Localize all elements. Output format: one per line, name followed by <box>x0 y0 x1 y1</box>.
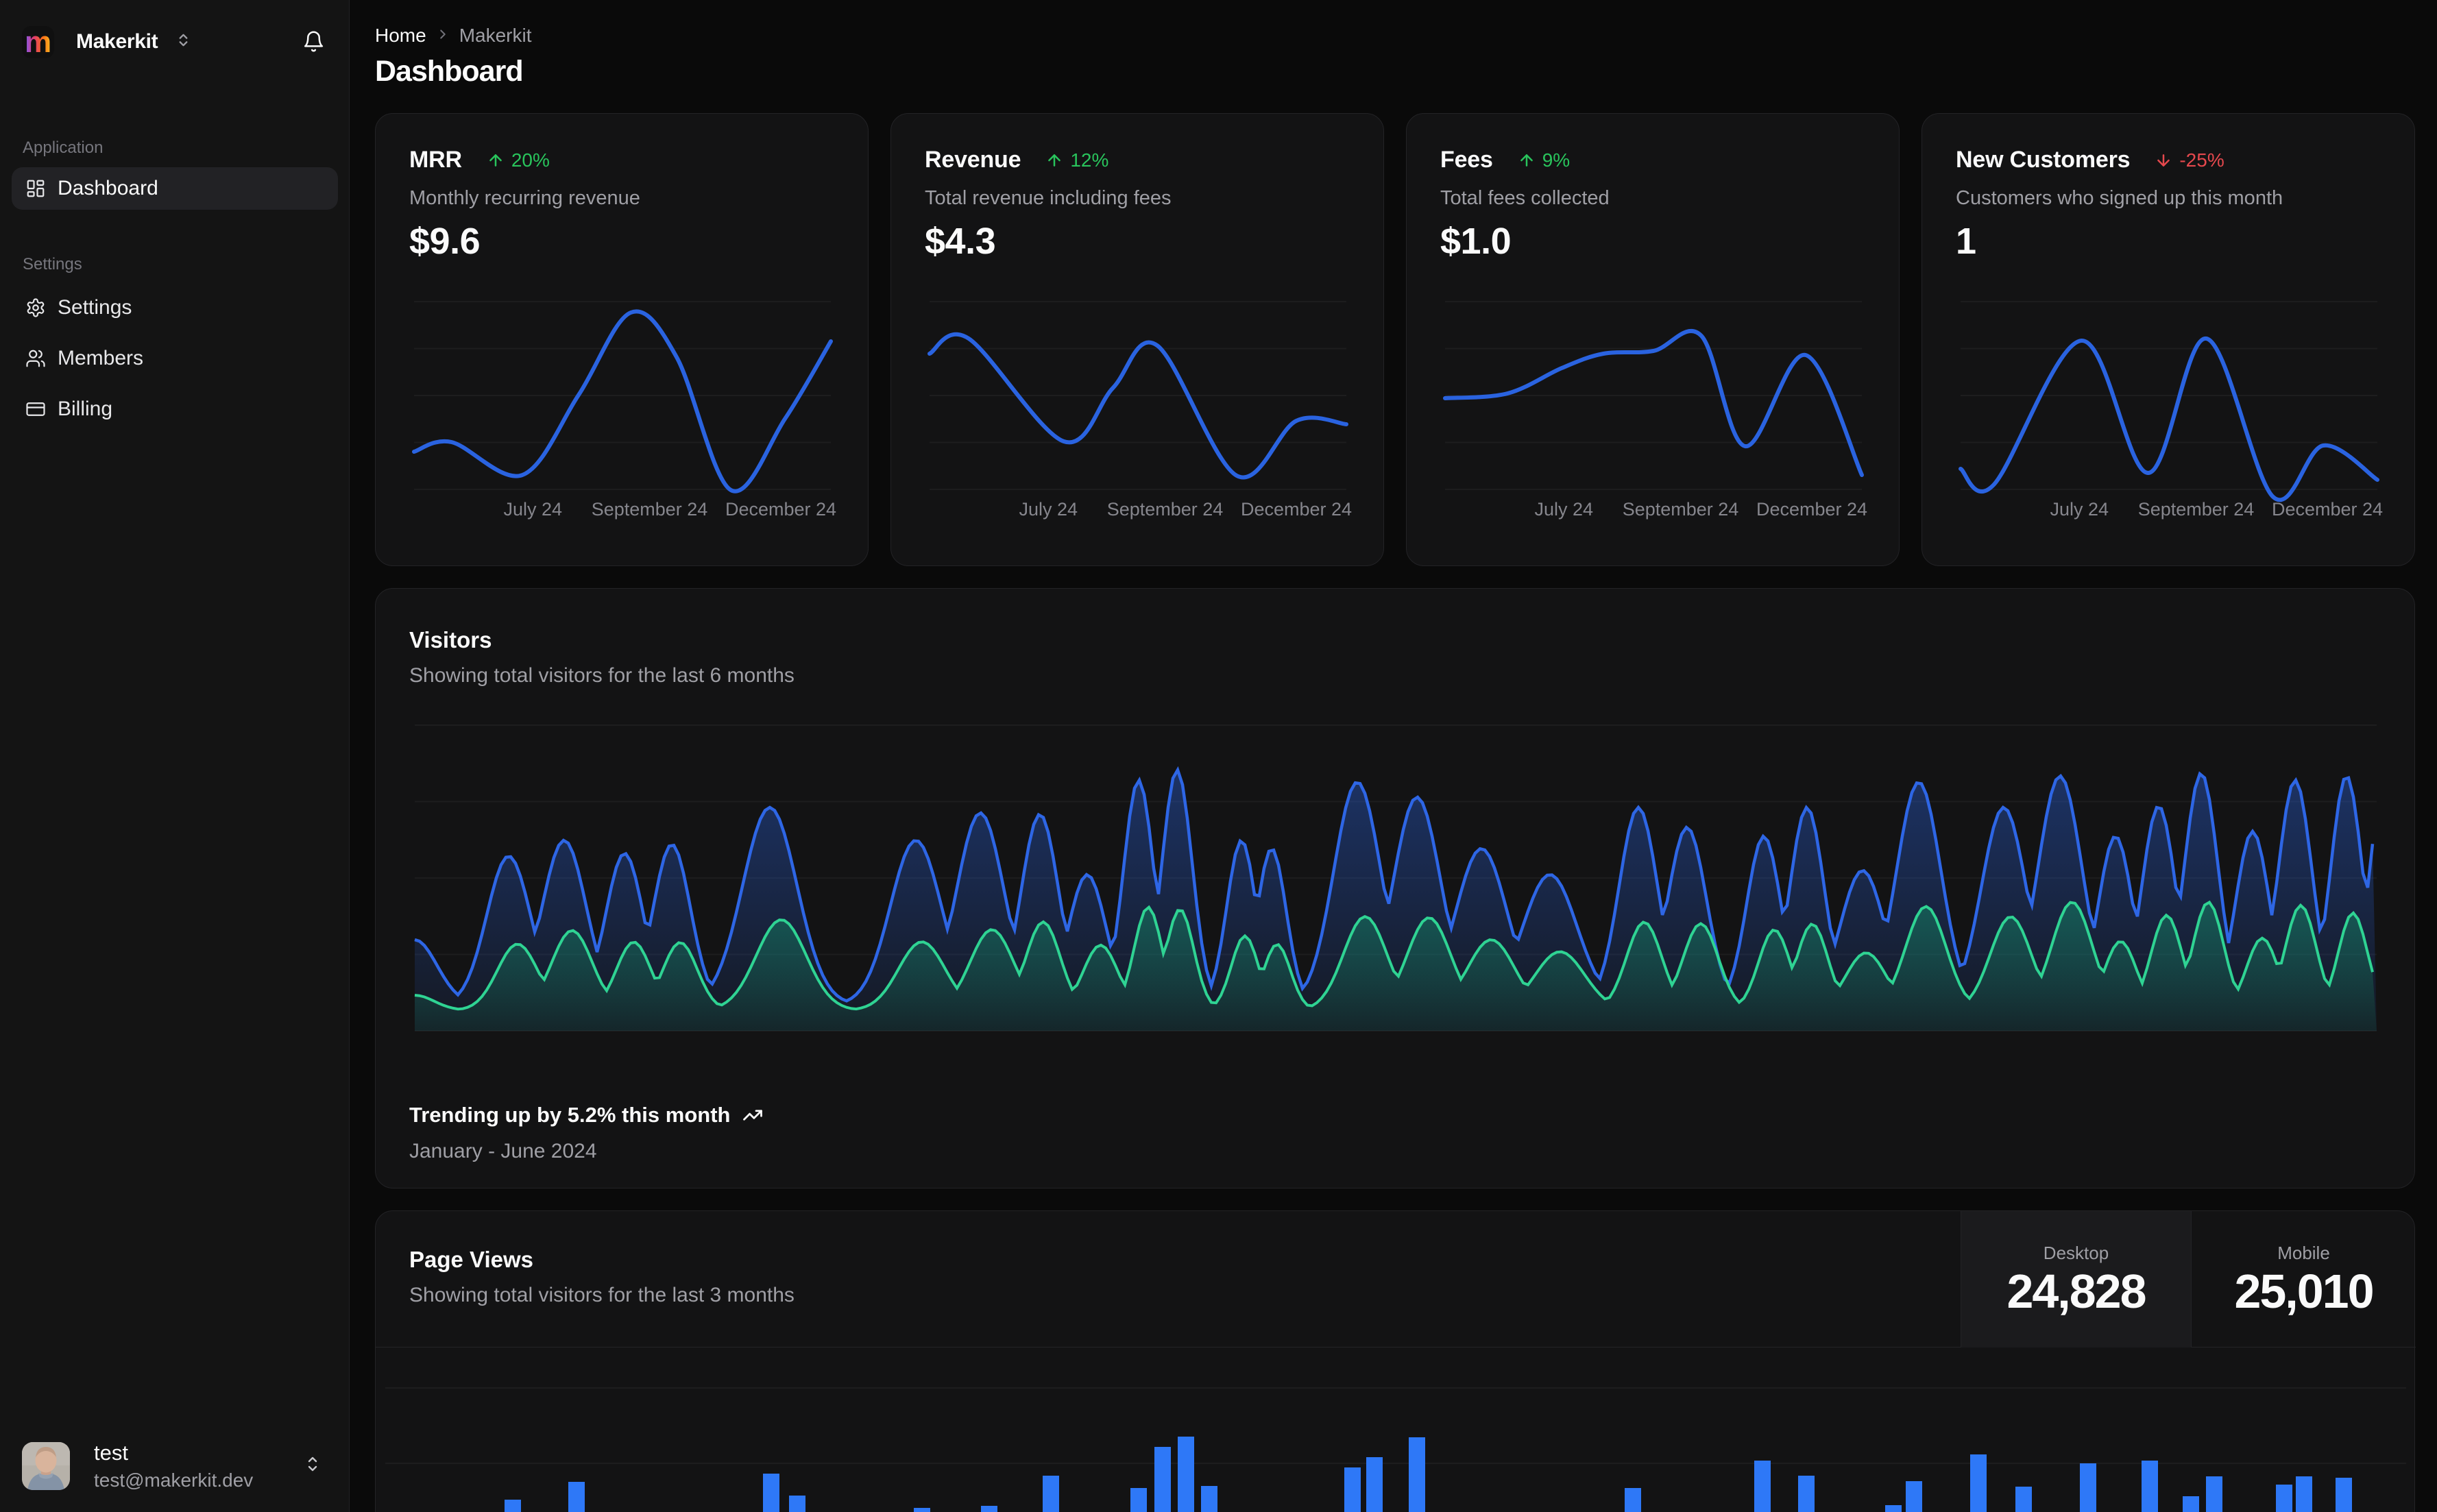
svg-text:m: m <box>25 26 51 58</box>
